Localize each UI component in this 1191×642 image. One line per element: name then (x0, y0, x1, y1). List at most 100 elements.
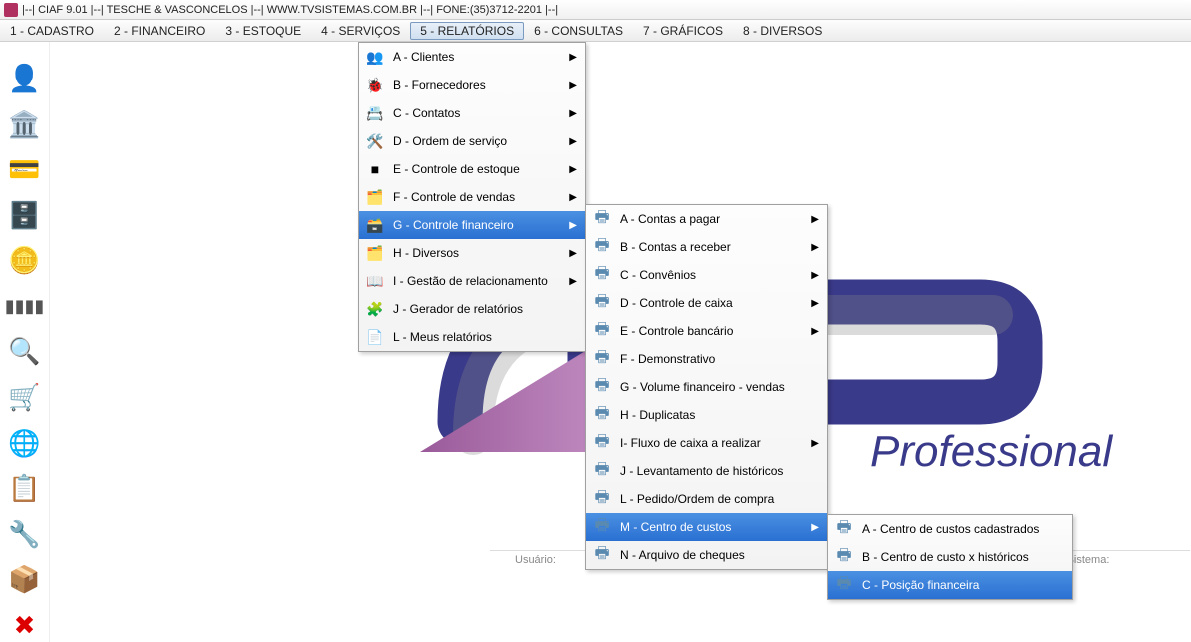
menu-financeiro[interactable]: 2 - FINANCEIRO (104, 22, 215, 40)
submenu-relatorios: 👥A - Clientes▶🐞B - Fornecedores▶📇C - Con… (358, 42, 586, 352)
menu-servicos[interactable]: 4 - SERVIÇOS (311, 22, 410, 40)
box-icon[interactable]: 📦 (6, 563, 44, 597)
printer-icon: 🖶 (834, 547, 854, 567)
tool-icon[interactable]: 🔧 (6, 517, 44, 551)
printer-icon: 🖶 (592, 237, 612, 257)
submenu-item-label: G - Controle financeiro (393, 218, 549, 232)
mixed: 📄 (365, 327, 385, 347)
coins-icon[interactable]: 🪙 (6, 244, 44, 278)
printer-icon: 🖶 (592, 209, 612, 229)
mixed: 👥 (365, 47, 385, 67)
submenu-item[interactable]: 🐞B - Fornecedores▶ (359, 71, 585, 99)
menu-diversos[interactable]: 8 - DIVERSOS (733, 22, 832, 40)
submenu-item[interactable]: 🖶H - Duplicatas (586, 401, 827, 429)
menu-graficos[interactable]: 7 - GRÁFICOS (633, 22, 733, 40)
nfe-icon[interactable]: 🌐 (6, 426, 44, 460)
left-toolbar: 👤 🏛️ 💳 🗄️ 🪙 ▮▮▮▮ 🔍 🛒 🌐 📋 🔧 📦 ✖ (0, 42, 50, 642)
chevron-right-icon: ▶ (569, 80, 577, 91)
chevron-right-icon: ▶ (569, 52, 577, 63)
person-icon[interactable]: 👤 (6, 62, 44, 96)
submenu-item[interactable]: 🖶L - Pedido/Ordem de compra (586, 485, 827, 513)
submenu-item-label: G - Volume financeiro - vendas (620, 380, 819, 394)
printer-icon: 🖶 (592, 517, 612, 537)
printer-icon: 🖶 (592, 545, 612, 565)
close-icon[interactable]: ✖ (6, 608, 44, 642)
chevron-right-icon: ▶ (811, 214, 819, 225)
submenu-item-label: A - Centro de custos cadastrados (862, 522, 1064, 536)
menu-estoque[interactable]: 3 - ESTOQUE (215, 22, 311, 40)
submenu-item[interactable]: 🖶I- Fluxo de caixa a realizar▶ (586, 429, 827, 457)
submenu-item[interactable]: 🗂️H - Diversos▶ (359, 239, 585, 267)
submenu-item-label: F - Controle de vendas (393, 190, 549, 204)
menu-bar: 1 - CADASTRO 2 - FINANCEIRO 3 - ESTOQUE … (0, 20, 1191, 42)
printer-icon: 🖶 (592, 321, 612, 341)
chevron-right-icon: ▶ (569, 192, 577, 203)
submenu-item[interactable]: 👥A - Clientes▶ (359, 43, 585, 71)
printer-icon: 🖶 (592, 349, 612, 369)
mixed: 🛠️ (365, 131, 385, 151)
submenu-item-label: F - Demonstrativo (620, 352, 819, 366)
submenu-item[interactable]: 🖶J - Levantamento de históricos (586, 457, 827, 485)
submenu-item-label: H - Duplicatas (620, 408, 819, 422)
submenu-item[interactable]: 🖶C - Convênios▶ (586, 261, 827, 289)
mixed: 🧩 (365, 299, 385, 319)
submenu-item-label: J - Gerador de relatórios (393, 302, 577, 316)
submenu-item[interactable]: 📖I - Gestão de relacionamento▶ (359, 267, 585, 295)
submenu-item[interactable]: 📄 L - Meus relatórios (359, 323, 585, 351)
submenu-item[interactable]: 🗃️ G - Controle financeiro ▶ (359, 211, 585, 239)
mixed: ■ (365, 159, 385, 179)
submenu-item[interactable]: 🗂️ F - Controle de vendas ▶ (359, 183, 585, 211)
cashreg-icon[interactable]: 💳 (6, 153, 44, 187)
submenu-item-label: B - Contas a receber (620, 240, 791, 254)
submenu-item-label: B - Fornecedores (393, 78, 549, 92)
submenu-item-label: J - Levantamento de históricos (620, 464, 819, 478)
chevron-right-icon: ▶ (811, 438, 819, 449)
chevron-right-icon: ▶ (811, 270, 819, 281)
bank-icon[interactable]: 🏛️ (6, 108, 44, 142)
submenu-item[interactable]: 🖶N - Arquivo de cheques (586, 541, 827, 569)
chevron-right-icon: ▶ (569, 220, 577, 231)
submenu-item[interactable]: 🖶M - Centro de custos▶ (586, 513, 827, 541)
submenu-item[interactable]: 🖶C - Posição financeira (828, 571, 1072, 599)
submenu-item-label: M - Centro de custos (620, 520, 791, 534)
mixed: 📖 (365, 271, 385, 291)
barcode-icon[interactable]: ▮▮▮▮ (6, 290, 44, 324)
submenu-item[interactable]: 🖶B - Centro de custo x históricos (828, 543, 1072, 571)
submenu-item-label: D - Ordem de serviço (393, 134, 549, 148)
safe-icon[interactable]: 🗄️ (6, 199, 44, 233)
submenu-item[interactable]: 🖶 A - Centro de custos cadastrados (828, 515, 1072, 543)
submenu-item[interactable]: 🖶E - Controle bancário▶ (586, 317, 827, 345)
mixed: 🗃️ (365, 215, 385, 235)
search-icon[interactable]: 🔍 (6, 335, 44, 369)
printer-icon: 🖶 (592, 377, 612, 397)
mixed: 🗂️ (365, 187, 385, 207)
chevron-right-icon: ▶ (569, 108, 577, 119)
submenu-item[interactable]: ■E - Controle de estoque▶ (359, 155, 585, 183)
note-icon[interactable]: 📋 (6, 472, 44, 506)
cart-icon[interactable]: 🛒 (6, 381, 44, 415)
menu-relatorios[interactable]: 5 - RELATÓRIOS (410, 22, 524, 40)
printer-icon: 🖶 (834, 519, 854, 539)
chevron-right-icon: ▶ (569, 276, 577, 287)
submenu-item[interactable]: 🖶D - Controle de caixa▶ (586, 289, 827, 317)
submenu-item[interactable]: 🖶A - Contas a pagar▶ (586, 205, 827, 233)
chevron-right-icon: ▶ (569, 248, 577, 259)
submenu-controle-financeiro: 🖶A - Contas a pagar▶🖶B - Contas a recebe… (585, 204, 828, 570)
chevron-right-icon: ▶ (569, 136, 577, 147)
submenu-item[interactable]: 📇C - Contatos▶ (359, 99, 585, 127)
menu-cadastro[interactable]: 1 - CADASTRO (0, 22, 104, 40)
logo-text: Professional (870, 427, 1112, 477)
submenu-item[interactable]: 🖶 B - Contas a receber ▶ (586, 233, 827, 261)
chevron-right-icon: ▶ (811, 242, 819, 253)
submenu-item[interactable]: 🖶 G - Volume financeiro - vendas (586, 373, 827, 401)
submenu-item-label: H - Diversos (393, 246, 549, 260)
submenu-item-label: L - Meus relatórios (393, 330, 577, 344)
printer-icon: 🖶 (592, 265, 612, 285)
submenu-item[interactable]: 🖶 F - Demonstrativo (586, 345, 827, 373)
submenu-item[interactable]: 🧩 J - Gerador de relatórios (359, 295, 585, 323)
chevron-right-icon: ▶ (811, 326, 819, 337)
submenu-item[interactable]: 🛠️ D - Ordem de serviço ▶ (359, 127, 585, 155)
menu-consultas[interactable]: 6 - CONSULTAS (524, 22, 633, 40)
usuario-label: Usuário: (515, 554, 556, 566)
chevron-right-icon: ▶ (569, 164, 577, 175)
